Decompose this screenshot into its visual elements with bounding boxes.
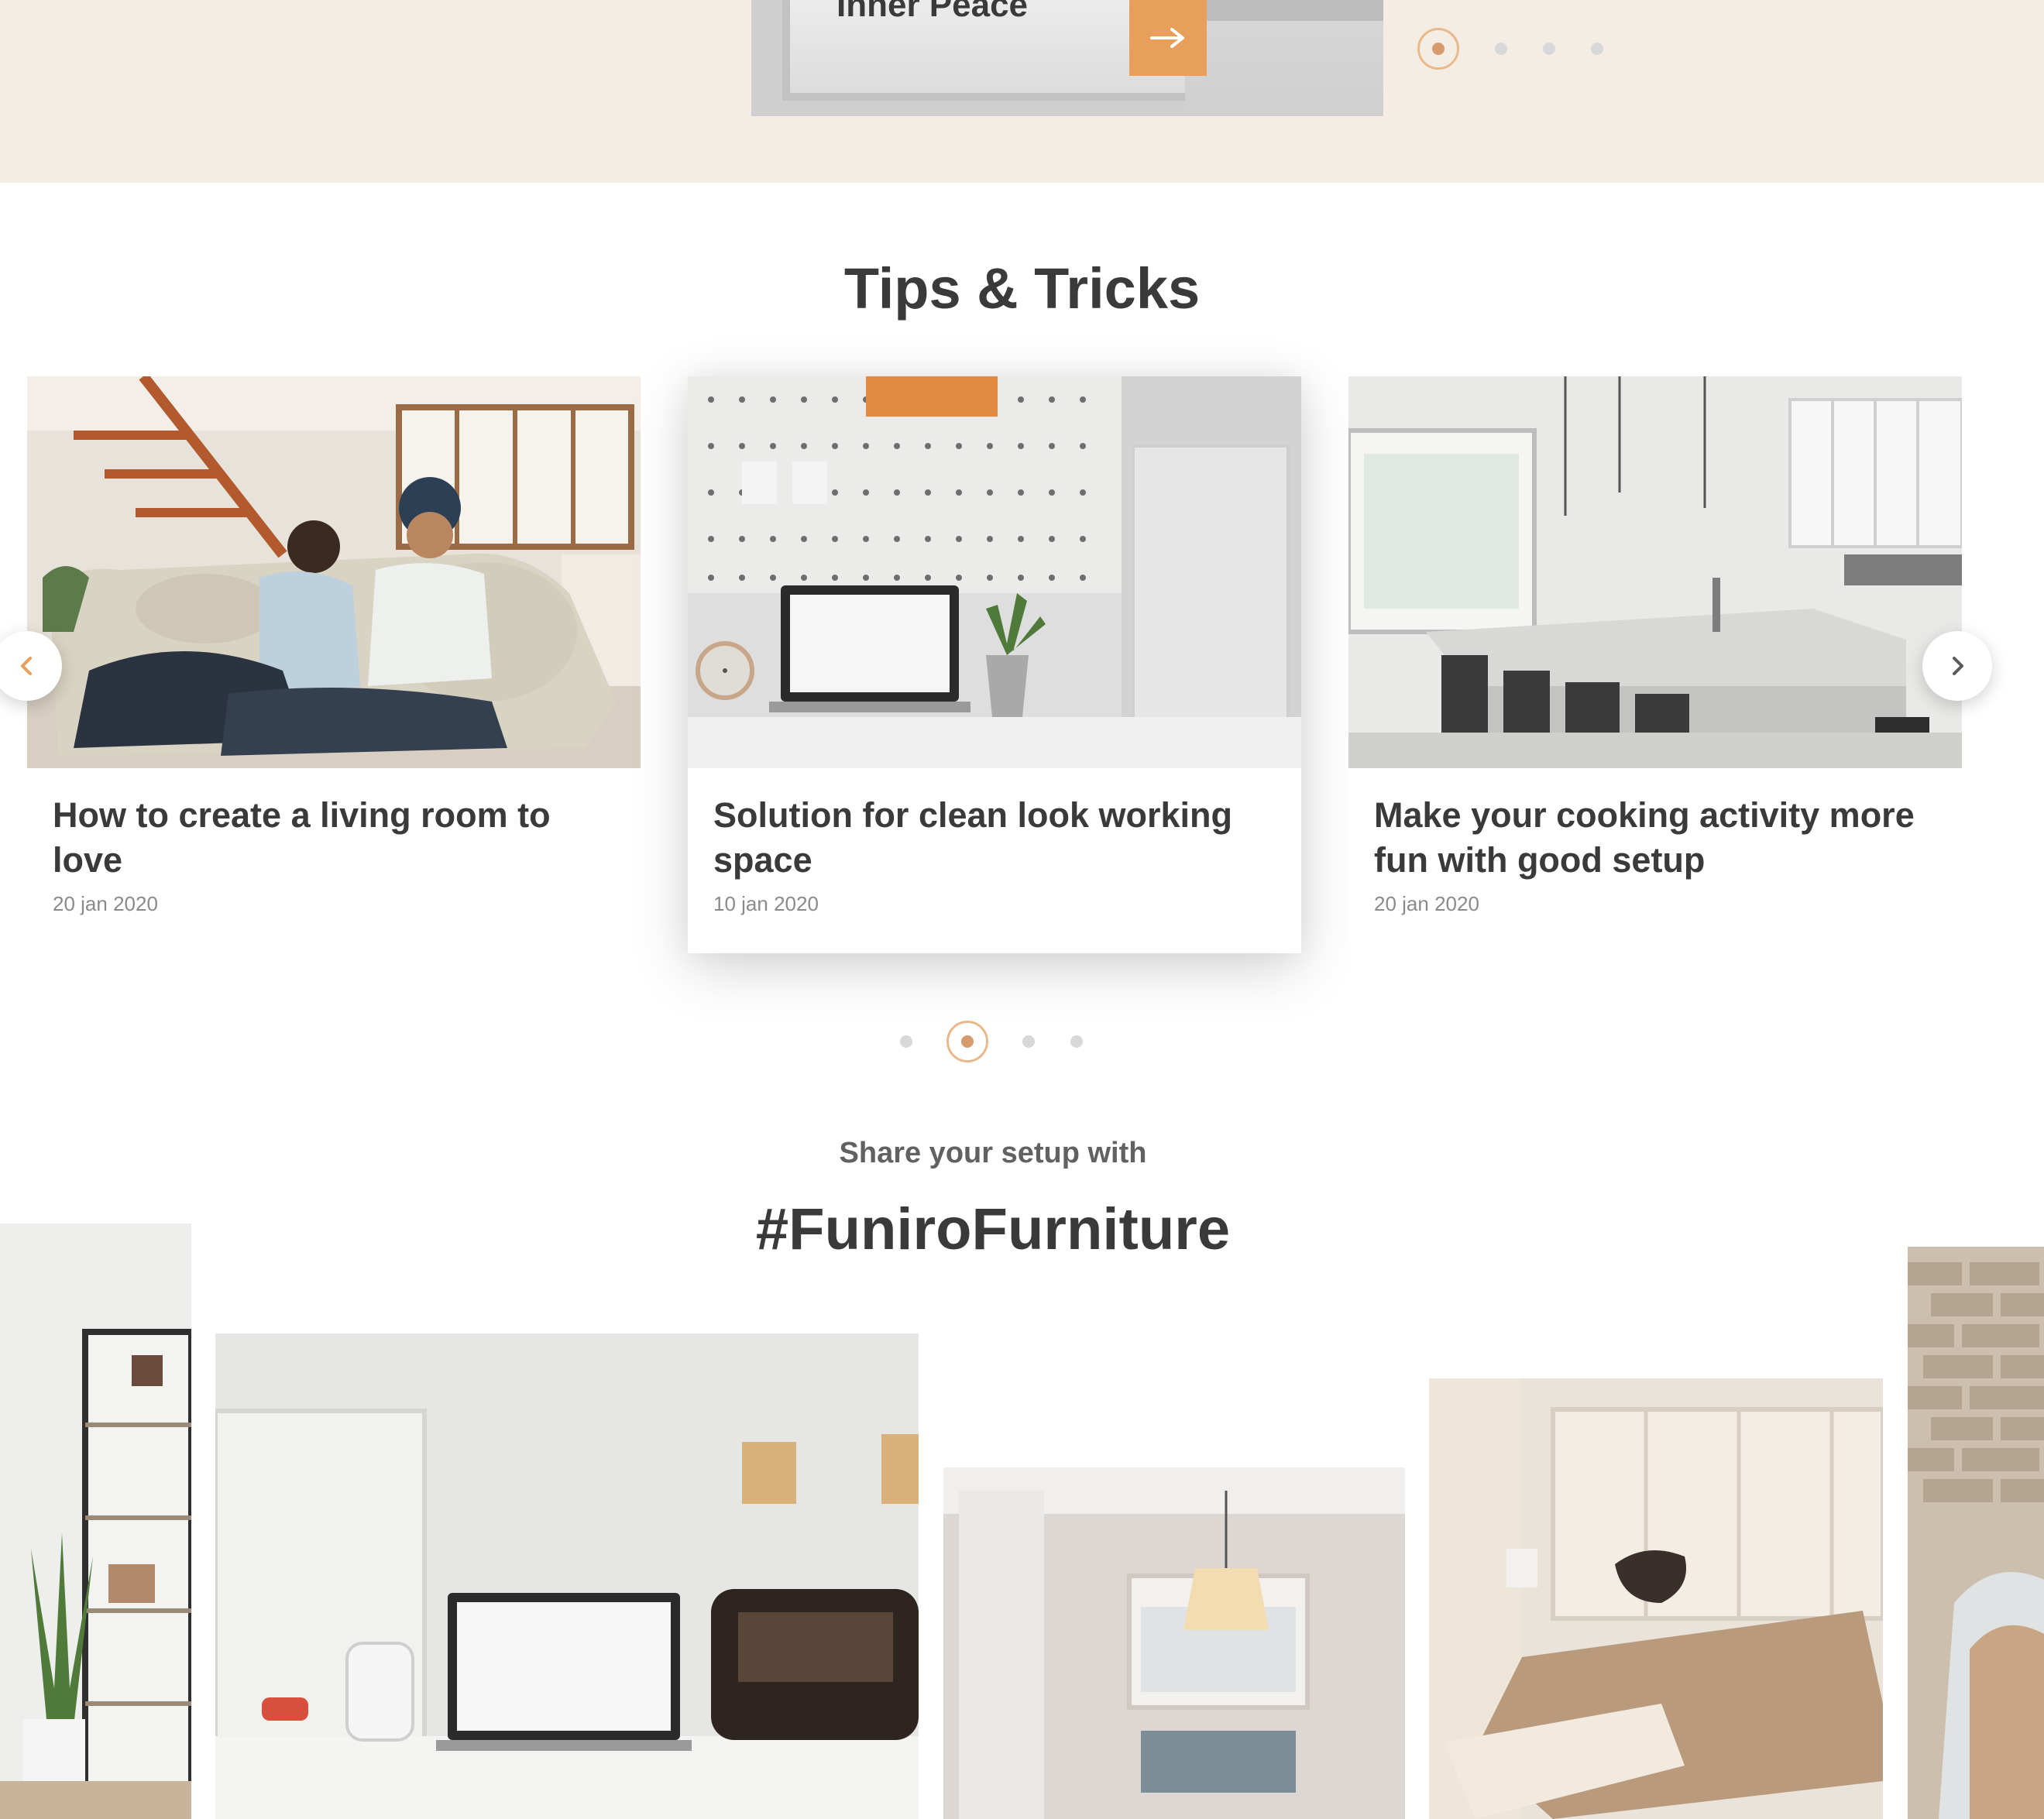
tips-dot[interactable] [900,1035,912,1048]
share-subtitle: Share your setup with [839,1137,1147,1169]
tips-dot-active[interactable] [946,1021,988,1062]
tips-pagination [900,1021,1083,1062]
gallery-photo-desk[interactable] [215,1333,919,1819]
hero-slide-title: Inner Peace [836,0,1029,24]
hero-shelf-image [1185,0,1383,116]
chevron-left-icon [21,657,32,675]
blog-card-date: 20 jan 2020 [1374,892,1479,915]
gallery-photo-brick[interactable] [1908,1247,2044,1819]
blog-card-title[interactable]: Solution for clean look working space [713,793,1256,883]
blog-card-active[interactable]: Solution for clean look working space 10… [688,376,1301,953]
gallery-photo-bedroom[interactable] [1429,1378,1883,1819]
share-hashtag-title: #FuniroFurniture [755,1196,1231,1262]
hero-dot-active[interactable] [1417,28,1459,70]
tips-dot[interactable] [1070,1035,1083,1048]
hero-dot[interactable] [1543,43,1555,55]
living-room-photo [27,376,641,768]
carousel-next-button[interactable] [1922,631,1992,701]
gallery-photo-shelf[interactable] [0,1224,191,1819]
arrow-right-icon [1150,28,1184,48]
chevron-right-icon [1953,657,1963,675]
hero-next-button[interactable] [1129,0,1207,76]
hero-dot[interactable] [1591,43,1603,55]
blog-card[interactable]: How to create a living room to love 20 j… [27,376,641,953]
blog-card-title[interactable]: How to create a living room to love [53,793,595,883]
blog-card-title[interactable]: Make your cooking activity more fun with… [1374,793,1916,883]
hero-band: Inner Peace [0,0,2044,183]
blog-card-date: 20 jan 2020 [53,892,158,915]
hero-dot[interactable] [1495,43,1507,55]
section-title-tips: Tips & Tricks [843,256,1201,321]
blog-card-date: 10 jan 2020 [713,892,819,915]
hero-pagination [1417,28,1603,70]
tips-dot[interactable] [1022,1035,1035,1048]
blog-card[interactable]: Make your cooking activity more fun with… [1348,376,1962,953]
workspace-photo [688,376,1301,768]
kitchen-photo [1348,376,1962,768]
gallery-photo-dining[interactable] [943,1467,1405,1819]
